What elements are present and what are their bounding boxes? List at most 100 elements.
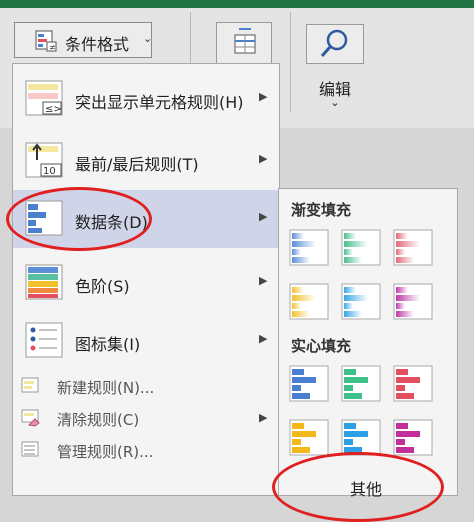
data-bar-preview-mark — [292, 287, 304, 293]
data-bar-preview-mark — [292, 303, 301, 309]
menu-item-highlight-cells[interactable]: ≤> 突出显示单元格规则(H) ▶ — [13, 70, 279, 128]
solid-bar-option[interactable] — [393, 419, 435, 457]
color-scales-icon — [25, 264, 63, 300]
menu-item-data-bars[interactable]: 数据条(D) ▶ — [13, 190, 279, 248]
menu-item-top-bottom[interactable]: 10 最前/最后规则(T) ▶ — [13, 132, 279, 190]
chevron-right-icon: ▶ — [259, 210, 268, 223]
solid-fill-title: 实心填充 — [291, 337, 352, 355]
data-bar-preview-mark — [344, 431, 368, 437]
data-bar-preview-mark — [292, 295, 316, 301]
data-bar-preview-mark — [292, 369, 304, 375]
data-bar-preview-mark — [396, 303, 405, 309]
data-bar-preview-mark — [396, 257, 414, 263]
data-bar-preview-mark — [292, 385, 301, 391]
menu-item-label: 突出显示单元格规则(H) — [75, 93, 244, 112]
data-bar-preview-mark — [344, 233, 356, 239]
manage-rules-icon — [21, 441, 39, 457]
data-bar-preview-mark — [292, 431, 316, 437]
gradient-bar-option[interactable] — [393, 229, 435, 267]
chevron-right-icon: ▶ — [259, 274, 268, 287]
data-bar-preview-mark — [396, 233, 408, 239]
solid-bar-option[interactable] — [341, 419, 383, 457]
menu-item-new-rule[interactable]: 新建规则(N)... — [13, 372, 279, 400]
menu-item-label: 数据条(D) — [75, 213, 148, 232]
menu-item-label: 最前/最后规则(T) — [75, 155, 199, 174]
data-bar-preview-mark — [344, 423, 356, 429]
edit-button[interactable]: 编辑 ⌄ — [300, 20, 370, 112]
gradient-bar-option[interactable] — [289, 283, 331, 321]
data-bar-preview-mark — [396, 447, 414, 453]
data-bar-preview-mark — [396, 369, 408, 375]
data-bar-preview-mark — [292, 423, 304, 429]
data-bar-preview-mark — [396, 241, 420, 247]
data-bar-preview-mark — [396, 423, 408, 429]
data-bar-preview-mark — [344, 393, 362, 399]
menu-item-label: 清除规则(C) — [57, 411, 140, 429]
data-bar-preview-mark — [292, 241, 316, 247]
ribbon-separator — [290, 12, 291, 112]
menu-item-icon-sets[interactable]: 图标集(I) ▶ — [13, 312, 279, 370]
data-bar-preview-mark — [396, 385, 405, 391]
menu-item-label: 管理规则(R)... — [57, 443, 154, 461]
chevron-right-icon: ▶ — [259, 411, 268, 424]
data-bar-preview-mark — [292, 439, 301, 445]
svg-text:≤>: ≤> — [45, 104, 62, 115]
data-bar-preview-mark — [292, 447, 310, 453]
data-bar-preview-mark — [344, 303, 353, 309]
data-bar-preview-mark — [396, 431, 420, 437]
data-bar-preview-mark — [344, 295, 368, 301]
solid-bar-option[interactable] — [393, 365, 435, 403]
edit-button-frame — [306, 24, 364, 64]
conditional-format-icon: ≠ — [35, 30, 57, 52]
svg-text:10: 10 — [43, 166, 56, 177]
chevron-right-icon: ▶ — [259, 90, 268, 103]
chevron-right-icon: ▶ — [259, 152, 268, 165]
menu-item-color-scales[interactable]: 色阶(S) ▶ — [13, 254, 279, 312]
chevron-right-icon: ▶ — [259, 332, 268, 345]
data-bar-preview-mark — [396, 393, 414, 399]
chevron-down-icon: ⌄ — [143, 32, 153, 45]
menu-item-manage-rules[interactable]: 管理规则(R)... — [13, 436, 279, 464]
data-bar-preview-mark — [344, 369, 356, 375]
gradient-bar-option[interactable] — [341, 229, 383, 267]
search-icon — [320, 29, 348, 57]
data-bars-icon — [25, 200, 63, 236]
data-bar-preview-mark — [396, 311, 414, 317]
data-bar-preview-mark — [344, 377, 368, 383]
data-bar-preview-mark — [344, 249, 353, 255]
data-bar-preview-mark — [344, 257, 362, 263]
eraser-icon — [21, 409, 40, 427]
data-bar-preview-mark — [344, 311, 362, 317]
chevron-down-icon: ⌄ — [330, 96, 340, 109]
gradient-bar-option[interactable] — [341, 283, 383, 321]
menu-item-label: 图标集(I) — [75, 335, 141, 354]
solid-bar-option[interactable] — [289, 419, 331, 457]
data-bar-preview-mark — [396, 377, 420, 383]
data-bars-submenu: 渐变填充 实心填充 — [278, 188, 458, 496]
data-bar-preview-mark — [344, 241, 368, 247]
new-rule-icon — [21, 377, 39, 393]
data-bar-preview-mark — [396, 249, 405, 255]
conditional-format-label: 条件格式 — [65, 35, 130, 54]
data-bar-preview-mark — [396, 287, 408, 293]
gradient-fill-title: 渐变填充 — [291, 201, 352, 219]
data-bar-preview-mark — [292, 249, 301, 255]
gradient-bar-option[interactable] — [289, 229, 331, 267]
solid-bar-option[interactable] — [341, 365, 383, 403]
data-bar-preview-mark — [344, 439, 353, 445]
data-bar-preview-mark — [344, 447, 362, 453]
data-bar-preview-mark — [292, 311, 310, 317]
data-bar-preview-mark — [292, 393, 310, 399]
data-bar-preview-mark — [292, 257, 310, 263]
menu-item-clear-rules[interactable]: 清除规则(C) ▶ — [13, 404, 279, 432]
other-rules-label: 其他 — [349, 480, 382, 499]
top-bottom-icon: 10 — [25, 142, 63, 178]
conditional-format-button[interactable]: ≠ 条件格式 ⌄ — [14, 22, 152, 58]
data-bar-preview-mark — [292, 377, 316, 383]
menu-item-label: 色阶(S) — [75, 277, 130, 296]
conditional-format-menu: ≤> 突出显示单元格规则(H) ▶ 10 最前/最后规则(T) ▶ 数据条(D)… — [12, 63, 280, 496]
data-bar-preview-mark — [292, 233, 304, 239]
data-bar-preview-mark — [396, 439, 405, 445]
gradient-bar-option[interactable] — [393, 283, 435, 321]
solid-bar-option[interactable] — [289, 365, 331, 403]
